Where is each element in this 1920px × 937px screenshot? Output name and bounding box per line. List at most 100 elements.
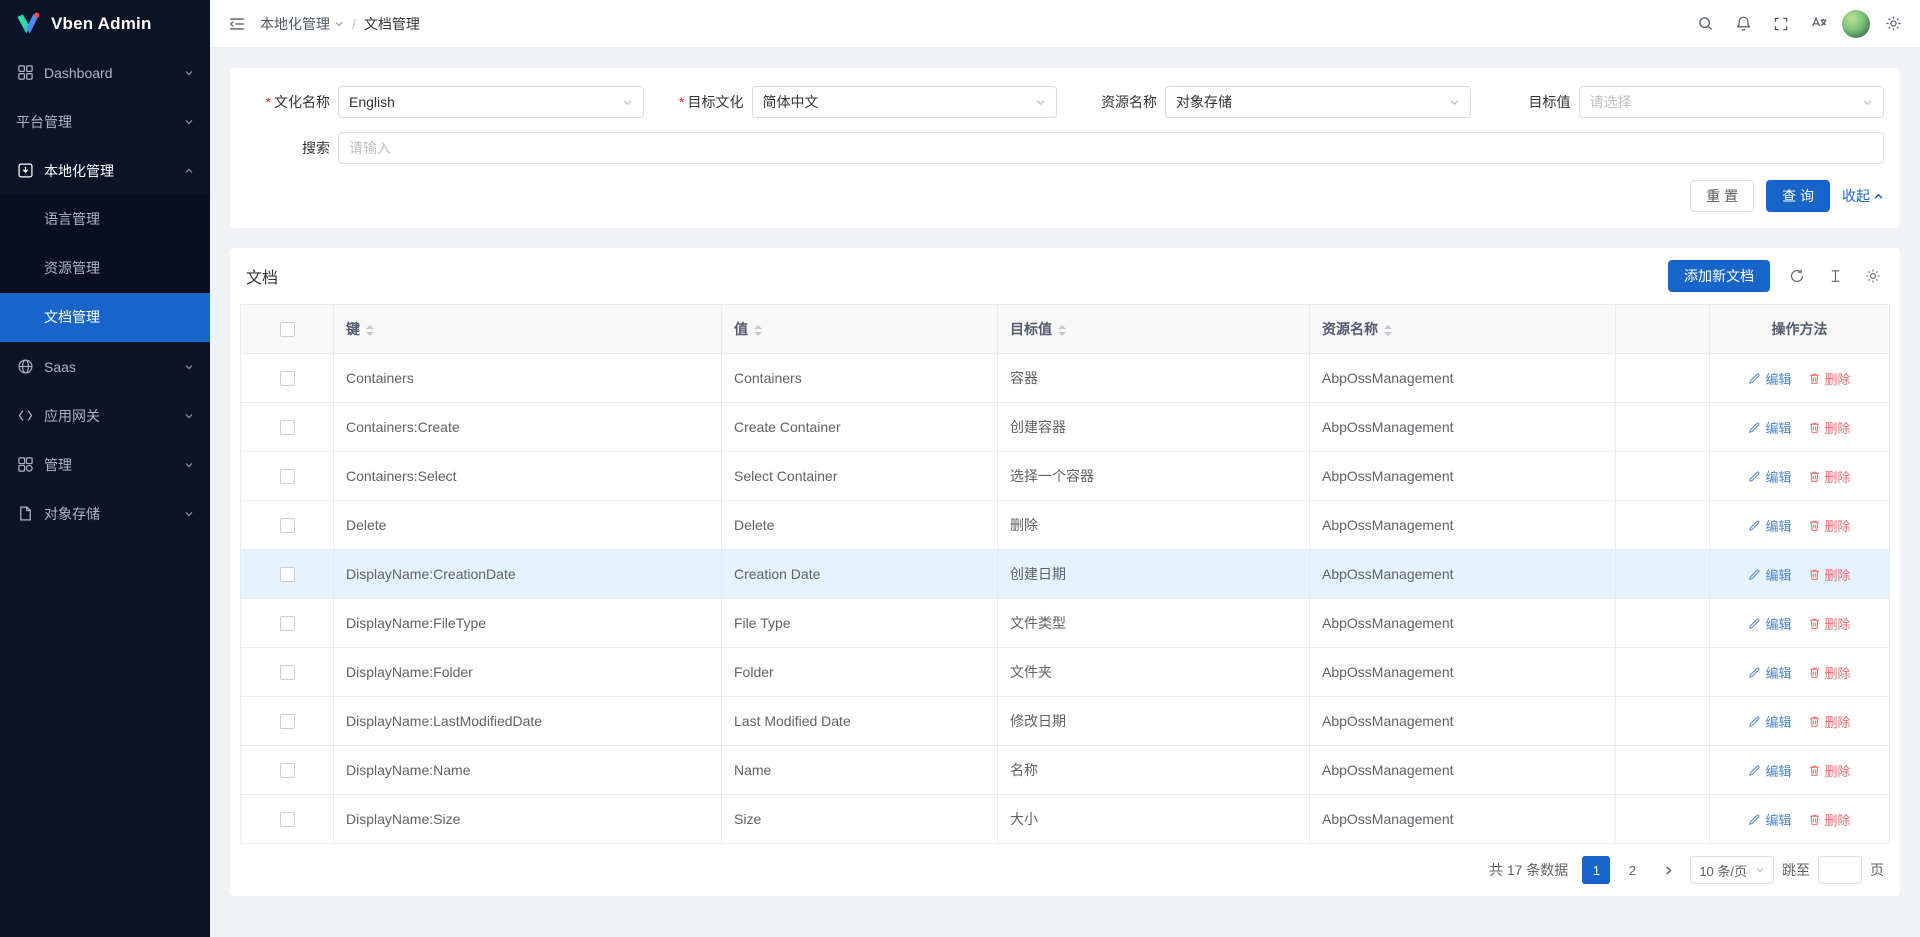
- translate-icon[interactable]: [1804, 9, 1834, 39]
- delete-button[interactable]: 删除: [1808, 418, 1851, 437]
- sidebar-item-label: 平台管理: [16, 112, 72, 132]
- row-checkbox[interactable]: [280, 567, 295, 582]
- delete-button[interactable]: 删除: [1808, 614, 1851, 633]
- settings-gear-icon[interactable]: [1878, 9, 1908, 39]
- sidebar-item-dashboard[interactable]: Dashboard: [0, 48, 210, 97]
- cell-value: Name: [722, 746, 998, 795]
- edit-button[interactable]: 编辑: [1748, 565, 1791, 584]
- sidebar-menu: Dashboard 平台管理本地化管理语言管理资源管理文档管理Saas应用网关管理…: [0, 48, 210, 937]
- edit-icon: [1748, 568, 1761, 581]
- sidebar-submenu: 语言管理资源管理文档管理: [0, 195, 210, 342]
- chevron-right-icon: [1663, 865, 1674, 876]
- add-document-button[interactable]: 添加新文档: [1668, 260, 1770, 292]
- column-header-target-value[interactable]: 目标值: [998, 305, 1310, 354]
- target-culture-select[interactable]: 简体中文: [752, 86, 1058, 118]
- target-value-placeholder: 请选择: [1590, 92, 1863, 112]
- search-icon[interactable]: [1690, 9, 1720, 39]
- delete-button[interactable]: 删除: [1808, 516, 1851, 535]
- page-size-select[interactable]: 10 条/页: [1690, 856, 1774, 884]
- edit-button[interactable]: 编辑: [1748, 614, 1791, 633]
- sidebar-item-admin[interactable]: 管理: [0, 440, 210, 489]
- delete-icon: [1808, 813, 1821, 826]
- delete-icon: [1808, 421, 1821, 434]
- column-header-actions: 操作方法: [1710, 305, 1890, 354]
- edit-button[interactable]: 编辑: [1748, 663, 1791, 682]
- jump-page-input[interactable]: [1818, 856, 1862, 884]
- row-checkbox[interactable]: [280, 371, 295, 386]
- edit-button[interactable]: 编辑: [1748, 418, 1791, 437]
- column-header-resource-name[interactable]: 资源名称: [1310, 305, 1616, 354]
- resize-icon[interactable]: [1824, 265, 1846, 287]
- delete-button[interactable]: 删除: [1808, 565, 1851, 584]
- select-all-checkbox[interactable]: [280, 322, 295, 337]
- sidebar-item-localization[interactable]: 本地化管理: [0, 146, 210, 195]
- edit-button[interactable]: 编辑: [1748, 761, 1791, 780]
- field-resource-name: 资源名称 对象存储: [1073, 86, 1471, 118]
- row-checkbox[interactable]: [280, 714, 295, 729]
- row-checkbox[interactable]: [280, 420, 295, 435]
- delete-icon: [1808, 617, 1821, 630]
- sidebar-item-saas[interactable]: Saas: [0, 342, 210, 391]
- sidebar-subitem-document[interactable]: 文档管理: [0, 293, 210, 342]
- breadcrumb-parent-label: 本地化管理: [260, 14, 330, 34]
- resource-name-select[interactable]: 对象存储: [1165, 86, 1471, 118]
- next-page-button[interactable]: [1654, 856, 1682, 884]
- delete-button[interactable]: 删除: [1808, 467, 1851, 486]
- row-checkbox[interactable]: [280, 469, 295, 484]
- cell-value: Delete: [722, 501, 998, 550]
- fullscreen-icon[interactable]: [1766, 9, 1796, 39]
- sidebar-subitem-label: 资源管理: [44, 260, 100, 276]
- notifications-bell-icon[interactable]: [1728, 9, 1758, 39]
- chevron-up-icon: [184, 166, 194, 176]
- row-checkbox[interactable]: [280, 665, 295, 680]
- column-header-key[interactable]: 键: [334, 305, 722, 354]
- page-2-button[interactable]: 2: [1618, 856, 1646, 884]
- user-avatar[interactable]: [1842, 10, 1870, 38]
- edit-button[interactable]: 编辑: [1748, 467, 1791, 486]
- delete-button[interactable]: 删除: [1808, 761, 1851, 780]
- table-row: DisplayName:FileTypeFile Type文件类型AbpOssM…: [241, 599, 1890, 648]
- chevron-down-icon: [184, 509, 194, 519]
- edit-icon: [1748, 715, 1761, 728]
- query-button[interactable]: 查 询: [1766, 180, 1830, 212]
- row-checkbox[interactable]: [280, 616, 295, 631]
- delete-button[interactable]: 删除: [1808, 663, 1851, 682]
- search-keyword-input[interactable]: [338, 132, 1884, 164]
- sidebar-subitem-language[interactable]: 语言管理: [0, 195, 210, 244]
- sidebar-subitem-resource[interactable]: 资源管理: [0, 244, 210, 293]
- column-settings-gear-icon[interactable]: [1862, 265, 1884, 287]
- sidebar-item-gateway[interactable]: 应用网关: [0, 391, 210, 440]
- edit-button[interactable]: 编辑: [1748, 516, 1791, 535]
- edit-button[interactable]: 编辑: [1748, 810, 1791, 829]
- logo[interactable]: Vben Admin: [0, 0, 210, 48]
- row-checkbox[interactable]: [280, 812, 295, 827]
- collapse-toggle[interactable]: 收起: [1842, 186, 1884, 206]
- cell-resource-name: AbpOssManagement: [1310, 795, 1616, 844]
- culture-name-select[interactable]: English: [338, 86, 644, 118]
- delete-button[interactable]: 删除: [1808, 712, 1851, 731]
- target-value-select[interactable]: 请选择: [1579, 86, 1885, 118]
- field-culture-name: 文化名称 English: [246, 86, 644, 118]
- cell-blank: [1616, 452, 1710, 501]
- cell-blank: [1616, 599, 1710, 648]
- edit-icon: [1748, 519, 1761, 532]
- sidebar-item-platform[interactable]: 平台管理: [0, 97, 210, 146]
- breadcrumb-parent[interactable]: 本地化管理: [260, 14, 344, 34]
- chevron-down-icon: [1449, 97, 1460, 108]
- row-checkbox[interactable]: [280, 518, 295, 533]
- delete-button[interactable]: 删除: [1808, 810, 1851, 829]
- page-size-value: 10 条/页: [1699, 861, 1747, 880]
- sidebar-item-storage[interactable]: 对象存储: [0, 489, 210, 538]
- page-1-button[interactable]: 1: [1582, 856, 1610, 884]
- delete-button[interactable]: 删除: [1808, 369, 1851, 388]
- row-checkbox[interactable]: [280, 763, 295, 778]
- column-header-value[interactable]: 值: [722, 305, 998, 354]
- edit-button[interactable]: 编辑: [1748, 712, 1791, 731]
- reset-button[interactable]: 重 置: [1690, 180, 1754, 212]
- documents-table: 键 值 目标值 资源名称 操作方法 ContainersContainers容器…: [240, 304, 1890, 844]
- edit-button[interactable]: 编辑: [1748, 369, 1791, 388]
- refresh-icon[interactable]: [1786, 265, 1808, 287]
- table-row: Containers:SelectSelect Container选择一个容器A…: [241, 452, 1890, 501]
- menu-fold-icon[interactable]: [222, 9, 252, 39]
- gateway-icon: [16, 407, 34, 425]
